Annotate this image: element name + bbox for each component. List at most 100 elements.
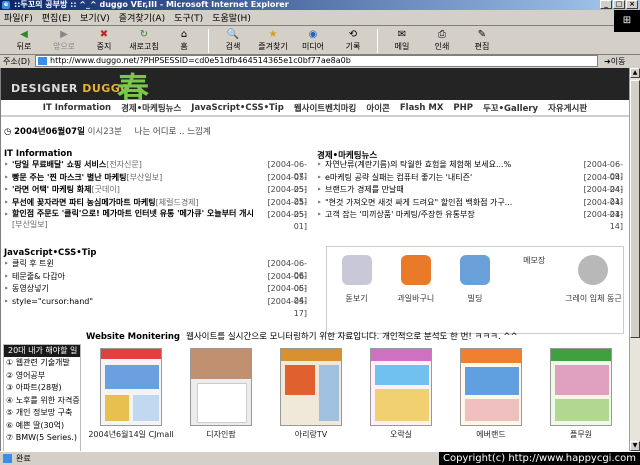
history-button[interactable]: ⟲ 기록: [333, 27, 373, 54]
scroll-thumb[interactable]: [630, 80, 640, 338]
minimize-icon[interactable]: _: [600, 0, 612, 9]
list-item: ⑤ 개인 정보망 구축: [6, 408, 73, 417]
scroll-down-icon[interactable]: ▼: [630, 441, 640, 451]
nav-gallery[interactable]: 두꼬•Gallery: [483, 102, 538, 114]
building-icon: [460, 255, 490, 285]
nav-js[interactable]: JavaScript•CSS•Tip: [191, 103, 284, 113]
list-item[interactable]: ‣ 빵문 주는 '찐 마스크' 별난 마케팅[부산일보] [2004-05-25]: [4, 172, 307, 194]
list-item[interactable]: ‣ 고객 잡는 '미끼상품' 마케팅/주장한 유통부장 [2004-04-14]: [317, 209, 623, 231]
list-item[interactable]: ‣ '라면 어택' 마케팅 화제[굿데이] [2004-05-25]: [4, 184, 307, 206]
list-item[interactable]: ‣ 브랜드가 경제를 만날때 [2004-04-21]: [317, 184, 623, 206]
monitor-thumbnails: 2004년6월14일 CJmall 디자인팜 아리랑TV 오락실 에버랜드 플무…: [86, 348, 626, 451]
site-logo[interactable]: DESIGNER DUGGO: [11, 82, 130, 95]
list-item: ③ 아파트(28평): [6, 383, 62, 392]
thumb-arirang[interactable]: 아리랑TV: [266, 348, 356, 451]
thumb-cjmall[interactable]: 2004년6월14일 CJmall: [86, 348, 176, 451]
js-section-title[interactable]: JavaScript•CSS•Tip: [4, 248, 97, 258]
vertical-scrollbar[interactable]: ▲ ▼: [629, 68, 640, 451]
icon-gallery: 돋보기 과일바구니 빌딩 메모장 그레이 입체 동근: [326, 246, 624, 334]
icon-item-memo[interactable]: 메모장: [505, 247, 564, 333]
todo-title: 20대 내가 해야할 일: [4, 345, 80, 357]
todo-box: 20대 내가 해야할 일 ① 웹관련 기술개발 ② 영어공부 ③ 아파트(28평…: [3, 344, 81, 451]
js-list: ‣ 클릭 후 트윈 [2004-06-06] ‣ 테문줄& 다갑아 [2004-06-0…: [4, 258, 307, 318]
list-item[interactable]: ‣ 할인점 주문도 '클릭'으로! 메가마트 인터넷 유통 '메가큐' 오늘부터 …: [4, 209, 307, 231]
list-item[interactable]: ‣ 테문줄& 다갑아 [2004-06-06]: [4, 271, 307, 293]
search-button[interactable]: 🔍 검색: [213, 27, 253, 54]
site-screenshot: [370, 348, 432, 426]
star-icon: ★: [268, 28, 278, 40]
address-input[interactable]: http://www.duggo.net/?PHPSESSID=cd0e51df…: [35, 55, 598, 67]
status-bar: 완료 Copyright(c) http://www.happycgi.com: [0, 451, 640, 465]
maximize-icon[interactable]: □: [613, 0, 625, 9]
media-button[interactable]: ◉ 미디어: [293, 27, 333, 54]
edit-button[interactable]: ✎ 편집: [462, 27, 502, 54]
date-line: ◷ 2004년06월07일 이시23분 나는 어디로 .. 느낌계: [4, 125, 304, 137]
menu-favorites[interactable]: 즐겨찾기(A): [119, 11, 165, 24]
toolbar-separator: [377, 29, 378, 53]
econ-list: ‣ 자연난류(계란기름)의 탁월한 효험을 체험해 보세요...% [2004-06…: [317, 159, 623, 231]
icon-item-magnifier[interactable]: 돋보기: [327, 247, 386, 333]
favorites-button[interactable]: ★ 즐겨찾기: [253, 27, 293, 54]
home-button[interactable]: ⌂ 홈: [164, 27, 204, 54]
window-controls: _ □ ×: [600, 0, 638, 9]
thumb-designfarm[interactable]: 디자인팜: [176, 348, 266, 451]
nav-econ[interactable]: 경제•마케팅뉴스: [121, 102, 181, 114]
list-item[interactable]: ‣ 자연난류(계란기름)의 탁월한 효험을 체험해 보세요...% [2004-06…: [317, 159, 623, 181]
refresh-icon: ↻: [139, 28, 149, 40]
icon-item-building[interactable]: 빌딩: [445, 247, 504, 333]
nav-bench[interactable]: 웹사이트벤치마킹: [294, 102, 357, 114]
menu-file[interactable]: 파일(F): [4, 11, 33, 24]
it-section-title[interactable]: IT Information: [4, 149, 72, 159]
site-nav: IT Information 경제•마케팅뉴스 JavaScript•CSS•T…: [1, 100, 629, 117]
nav-it[interactable]: IT Information: [43, 103, 111, 113]
list-item[interactable]: ‣ '당일 무료배달' 쇼핑 서비스[전자신문] [2004-06-07]: [4, 159, 307, 181]
toolbar: ◀ 뒤로 ▶ 앞으로 ✖ 중지 ↻ 새로고침 ⌂ 홈 🔍 검색 ★ 즐겨찾기 ◉ 미디어 ⟲ 기록…: [0, 27, 640, 55]
toolbar-separator: [208, 29, 209, 53]
mail-button[interactable]: ✉ 메일: [382, 27, 422, 54]
menu-tools[interactable]: 도구(T): [174, 11, 203, 24]
site-screenshot: [100, 348, 162, 426]
nav-board[interactable]: 자유게시판: [548, 102, 587, 114]
nav-php[interactable]: PHP: [453, 103, 473, 113]
icon-item-gray-3d[interactable]: 그레이 입체 동근: [564, 247, 623, 333]
current-time: 이시23분: [87, 127, 122, 137]
back-arrow-icon: ◀: [20, 28, 28, 40]
scroll-up-icon[interactable]: ▲: [630, 68, 640, 78]
list-item[interactable]: ‣ 무선에 꽂자라면 파티 농심메가마트 마케팅[체럴드경제] [2004-05-2…: [4, 197, 307, 219]
list-item: ④ 노후를 위한 자격증: [6, 395, 80, 405]
thumb-pulmuone[interactable]: 플무원: [536, 348, 626, 451]
mail-icon: ✉: [397, 28, 407, 40]
stop-button[interactable]: ✖ 중지: [84, 27, 124, 54]
thumb-everland[interactable]: 에버랜드: [446, 348, 536, 451]
printer-icon: ⎙: [438, 28, 446, 40]
thumb-arcade[interactable]: 오락실: [356, 348, 446, 451]
list-item[interactable]: ‣ 클릭 후 트윈 [2004-06-06]: [4, 258, 307, 280]
print-button[interactable]: ⎙ 인쇄: [422, 27, 462, 54]
site-screenshot: [550, 348, 612, 426]
history-icon: ⟲: [348, 28, 358, 40]
nav-flash[interactable]: Flash MX: [400, 103, 444, 113]
fruit-basket-icon: [400, 255, 431, 285]
list-item[interactable]: ‣ "현것 가져오면 새것 싸게 드려요" 할인점 백화점 가구... [2004-…: [317, 197, 623, 219]
refresh-button[interactable]: ↻ 새로고침: [124, 27, 164, 54]
back-button[interactable]: ◀ 뒤로: [4, 27, 44, 54]
address-url: http://www.duggo.net/?PHPSESSID=cd0e51df…: [50, 56, 351, 65]
nav-icon[interactable]: 아이콘: [366, 102, 389, 114]
site-banner: DESIGNER DUGGO 春: [1, 68, 629, 108]
list-item[interactable]: ‣ e마케팅 공략 실패는 컴퓨터 좋기는 '내티즌' [2004-04-24]: [317, 172, 623, 194]
forward-button[interactable]: ▶ 앞으로: [44, 27, 84, 54]
edit-icon: ✎: [477, 28, 487, 40]
gray-3d-icon: [578, 255, 609, 285]
list-item[interactable]: ‣ style="cursor:hand" [2004-05-17]: [4, 296, 307, 318]
list-item: ① 웹관련 기술개발: [6, 358, 70, 367]
stop-icon: ✖: [99, 28, 109, 40]
current-date: 2004년06월07일: [14, 127, 85, 137]
menu-view[interactable]: 보기(V): [80, 11, 110, 24]
menu-help[interactable]: 도움말(H): [212, 11, 251, 24]
list-item[interactable]: ‣ 동영상넣기 [2004-05-24]: [4, 283, 307, 305]
go-button[interactable]: ➜이동: [604, 56, 625, 67]
site-screenshot: [280, 348, 342, 426]
close-icon[interactable]: ×: [626, 0, 638, 9]
icon-item-fruit-basket[interactable]: 과일바구니: [386, 247, 445, 333]
menu-edit[interactable]: 편집(E): [42, 11, 71, 24]
